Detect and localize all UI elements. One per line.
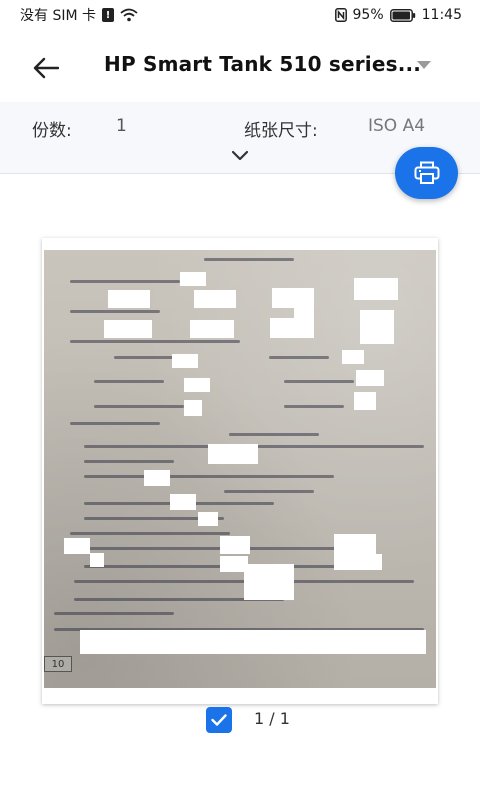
worksheet-line <box>284 405 344 408</box>
worksheet-line <box>70 422 160 425</box>
copies-value[interactable]: 1 <box>116 116 127 136</box>
redaction-box <box>184 400 202 416</box>
redaction-box <box>90 553 104 567</box>
paper-size-value[interactable]: ISO A4 <box>368 116 425 136</box>
page-counter: 1 / 1 <box>254 709 290 728</box>
redaction-box <box>244 564 294 584</box>
battery-percent: 95% <box>352 7 384 23</box>
wifi-icon <box>120 8 138 22</box>
worksheet-line <box>70 280 180 283</box>
battery-icon <box>389 8 416 22</box>
redaction-box <box>108 290 150 308</box>
worksheet-line <box>70 532 230 535</box>
redaction-box <box>334 554 382 570</box>
redaction-box <box>64 538 90 554</box>
arrow-back-icon <box>33 57 59 79</box>
chevron-down-icon[interactable] <box>230 147 250 161</box>
redaction-box <box>80 630 426 654</box>
status-left: 没有 SIM 卡 ! <box>20 5 138 25</box>
worksheet-line <box>229 433 319 436</box>
status-right: 95% 11:45 <box>334 7 462 23</box>
worksheet-line <box>70 340 240 343</box>
redaction-box <box>172 354 198 368</box>
redaction-box <box>180 272 206 286</box>
clock: 11:45 <box>421 7 462 23</box>
printer-icon <box>414 161 439 184</box>
paper-size-label: 纸张尺寸: <box>244 121 318 141</box>
carrier-text: 没有 SIM 卡 <box>20 8 96 24</box>
redaction-box <box>272 288 314 308</box>
worksheet-line <box>70 310 160 313</box>
worksheet-line <box>94 380 164 383</box>
print-preview-page[interactable]: 10 <box>42 238 438 704</box>
worksheet-line <box>224 490 314 493</box>
page-select-checkbox[interactable] <box>206 707 232 733</box>
printer-name[interactable]: HP Smart Tank 510 series... <box>104 52 421 76</box>
redaction-box <box>208 444 258 464</box>
worksheet-line <box>204 258 294 261</box>
copies-label: 份数: <box>32 121 72 141</box>
worksheet-line <box>94 405 184 408</box>
redaction-box <box>184 378 210 392</box>
sim-alert-icon: ! <box>102 8 114 22</box>
redaction-box <box>354 278 398 300</box>
dropdown-triangle-icon[interactable] <box>417 61 431 69</box>
redaction-box <box>194 290 236 308</box>
redaction-box <box>342 350 364 364</box>
worksheet-line <box>269 356 329 359</box>
document-photo: 10 <box>44 250 436 688</box>
nfc-icon <box>334 8 347 22</box>
redaction-box <box>190 320 234 338</box>
back-button[interactable] <box>28 50 64 86</box>
print-button[interactable] <box>395 147 458 199</box>
redaction-box <box>354 392 376 410</box>
worksheet-line <box>284 380 354 383</box>
worksheet-line <box>84 475 334 478</box>
redaction-box <box>170 494 196 510</box>
status-bar: 没有 SIM 卡 ! 95% 11:45 <box>0 0 480 30</box>
redaction-box <box>244 584 294 600</box>
redaction-box <box>144 470 170 486</box>
redaction-box <box>356 370 384 386</box>
worksheet-line <box>114 356 174 359</box>
redaction-box <box>334 534 376 554</box>
redaction-box <box>220 536 250 554</box>
worksheet-page-number: 10 <box>44 656 72 672</box>
worksheet-line <box>84 460 174 463</box>
redaction-box <box>360 310 394 344</box>
redaction-box <box>270 318 314 338</box>
redaction-box <box>104 320 152 338</box>
app-bar: HP Smart Tank 510 series... <box>0 30 480 102</box>
checkmark-icon <box>211 714 227 726</box>
redaction-box <box>294 308 314 320</box>
worksheet-line <box>54 612 174 615</box>
redaction-box <box>198 512 218 526</box>
